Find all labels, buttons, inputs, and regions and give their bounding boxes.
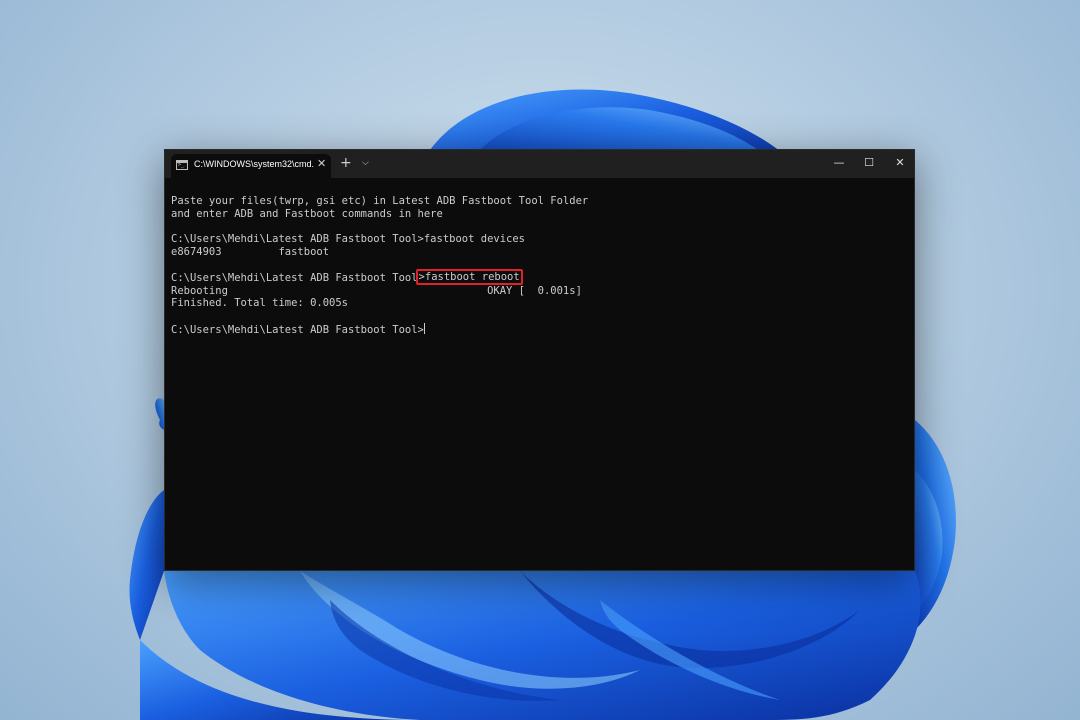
text-cursor	[423, 322, 425, 334]
terminal-window: C:\WINDOWS\system32\cmd. ✕ + ⌵ — ☐ ✕ Pas…	[164, 149, 915, 571]
terminal-line: e8674903 fastboot	[171, 246, 330, 259]
terminal-line-reboot: C:\Users\Mehdi\Latest ADB Fastboot Tool>…	[171, 268, 906, 285]
reboot-prompt: C:\Users\Mehdi\Latest ADB Fastboot Tool	[171, 271, 418, 284]
terminal-line: C:\Users\Mehdi\Latest ADB Fastboot Tool>…	[171, 233, 526, 246]
new-tab-button[interactable]: +	[340, 155, 352, 171]
current-prompt-line[interactable]: C:\Users\Mehdi\Latest ADB Fastboot Tool>	[171, 322, 906, 336]
terminal-line: and enter ADB and Fastboot commands in h…	[171, 207, 443, 220]
terminal-line: Rebooting OKAY [ 0.001s]	[171, 284, 582, 297]
highlighted-command: >fastboot reboot	[415, 268, 523, 285]
title-bar[interactable]: C:\WINDOWS\system32\cmd. ✕ + ⌵ — ☐ ✕	[165, 150, 914, 178]
terminal-line: Paste your files(twrp, gsi etc) in Lates…	[171, 195, 589, 207]
tab-close-icon[interactable]: ✕	[317, 157, 326, 171]
terminal-line: Finished. Total time: 0.005s	[171, 297, 349, 310]
tab-cmd[interactable]: C:\WINDOWS\system32\cmd. ✕	[171, 154, 331, 178]
close-icon[interactable]: ✕	[884, 150, 916, 176]
tab-title: C:\WINDOWS\system32\cmd.	[194, 159, 315, 169]
desktop: C:\WINDOWS\system32\cmd. ✕ + ⌵ — ☐ ✕ Pas…	[0, 0, 1080, 720]
minimize-icon[interactable]: —	[823, 150, 855, 176]
cmd-icon	[176, 160, 188, 170]
maximize-icon[interactable]: ☐	[853, 150, 885, 176]
current-prompt: C:\Users\Mehdi\Latest ADB Fastboot Tool>	[171, 323, 424, 336]
terminal-output[interactable]: Paste your files(twrp, gsi etc) in Lates…	[171, 195, 906, 555]
chevron-down-icon[interactable]: ⌵	[362, 156, 369, 170]
